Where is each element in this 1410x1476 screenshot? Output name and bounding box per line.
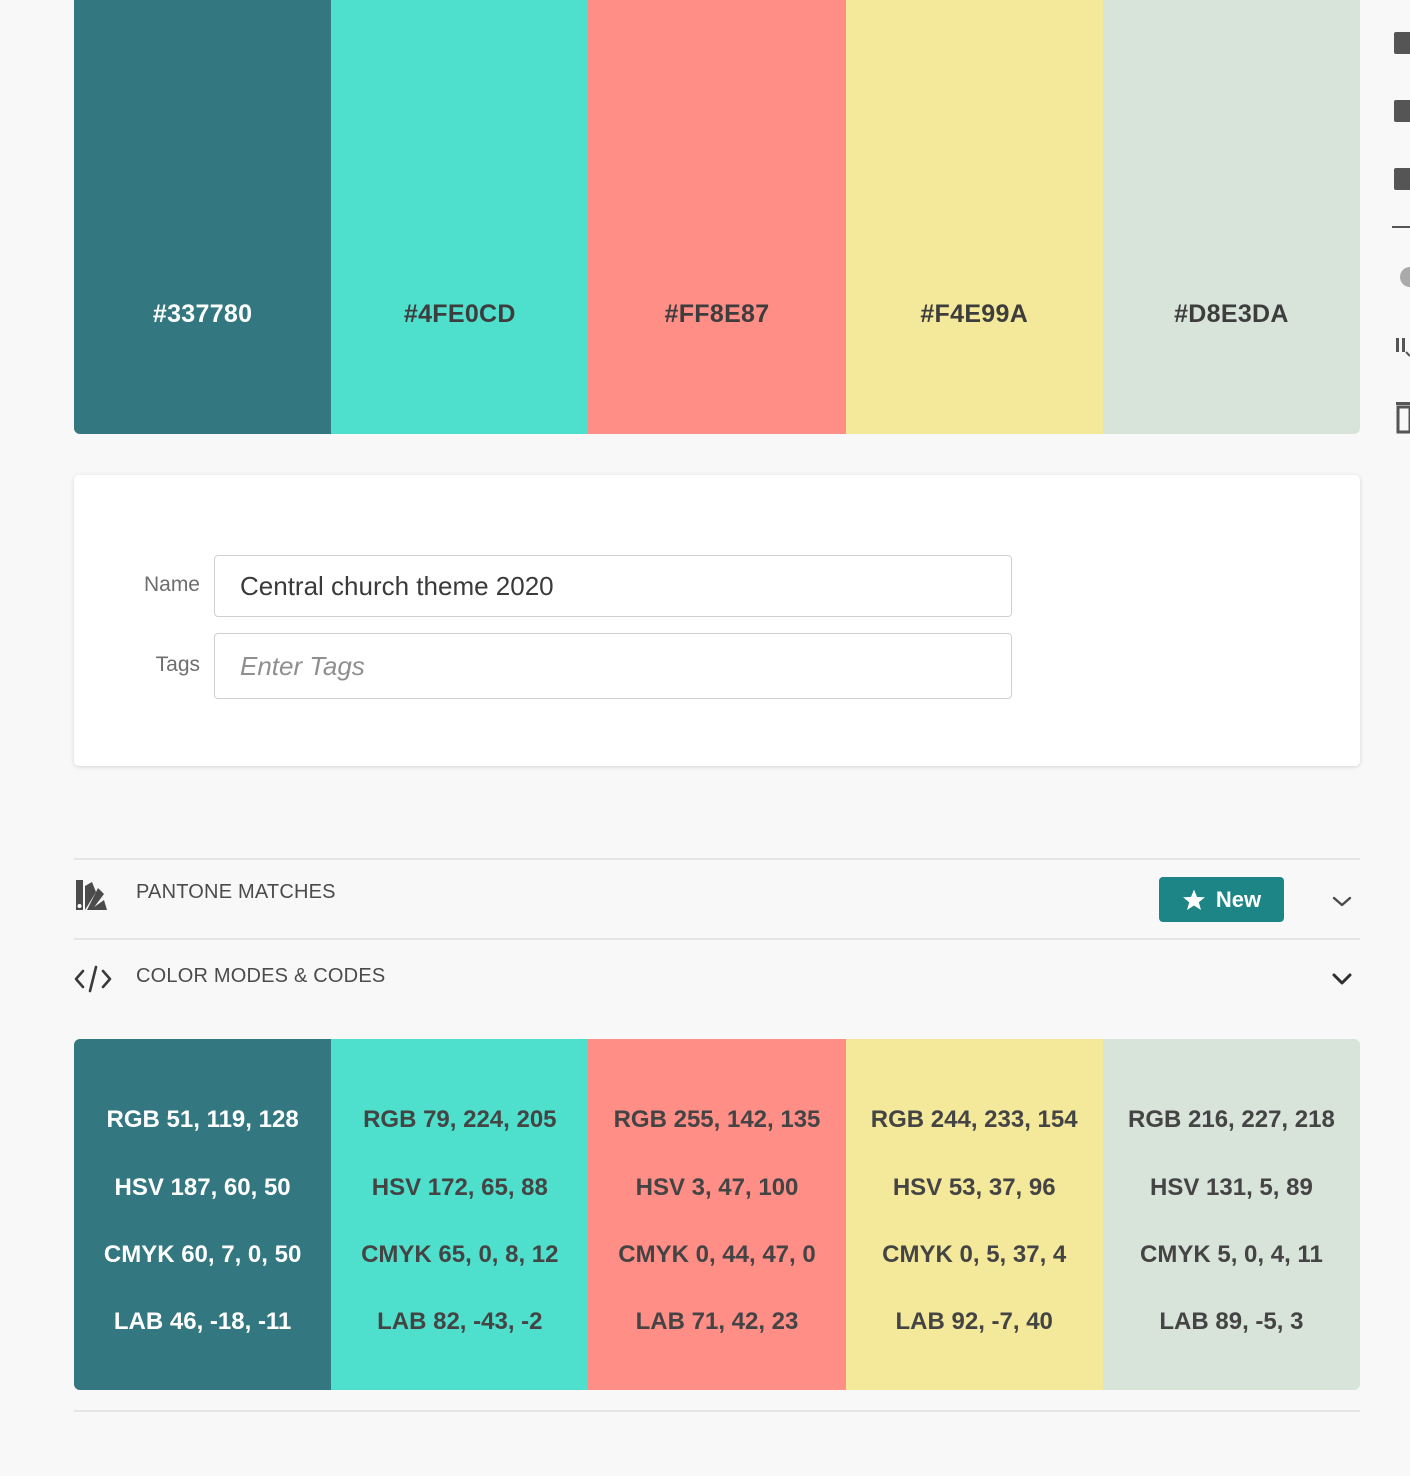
adjust-icon[interactable] bbox=[1394, 336, 1410, 358]
cmyk-value[interactable]: CMYK 60, 7, 0, 50 bbox=[74, 1241, 331, 1269]
code-column-3: RGB 255, 142, 135 HSV 3, 47, 100 CMYK 0,… bbox=[588, 1039, 846, 1390]
rgb-value[interactable]: RGB 51, 119, 128 bbox=[74, 1106, 331, 1134]
theme-details-card: Name Tags bbox=[74, 475, 1360, 766]
lab-value[interactable]: LAB 92, -7, 40 bbox=[846, 1308, 1103, 1336]
swatch-3[interactable]: #FF8E87 bbox=[588, 0, 846, 434]
copy-icon[interactable] bbox=[1394, 168, 1410, 190]
pantone-matches-row[interactable]: PANTONE MATCHES New bbox=[74, 868, 1360, 928]
tags-input[interactable] bbox=[214, 633, 1012, 699]
swatch-2[interactable]: #4FE0CD bbox=[331, 0, 589, 434]
code-column-2: RGB 79, 224, 205 HSV 172, 65, 88 CMYK 65… bbox=[331, 1039, 589, 1390]
swatch-4[interactable]: #F4E99A bbox=[845, 0, 1103, 434]
swatch-hex[interactable]: #4FE0CD bbox=[331, 300, 588, 329]
hsv-value[interactable]: HSV 131, 5, 89 bbox=[1103, 1174, 1360, 1202]
cmyk-value[interactable]: CMYK 5, 0, 4, 11 bbox=[1103, 1241, 1360, 1269]
copy-icon[interactable] bbox=[1394, 100, 1410, 122]
rgb-value[interactable]: RGB 216, 227, 218 bbox=[1103, 1106, 1360, 1134]
trash-icon[interactable] bbox=[1394, 400, 1410, 434]
swatch-hex[interactable]: #FF8E87 bbox=[588, 300, 845, 329]
divider bbox=[74, 938, 1360, 940]
name-label: Name bbox=[143, 573, 200, 596]
divider bbox=[74, 858, 1360, 860]
rgb-value[interactable]: RGB 79, 224, 205 bbox=[331, 1106, 588, 1134]
new-badge-button[interactable]: New bbox=[1159, 877, 1284, 922]
code-column-4: RGB 244, 233, 154 HSV 53, 37, 96 CMYK 0,… bbox=[845, 1039, 1103, 1390]
chevron-down-icon[interactable] bbox=[1330, 890, 1354, 914]
pantone-fan-icon bbox=[76, 880, 107, 910]
cmyk-value[interactable]: CMYK 65, 0, 8, 12 bbox=[331, 1241, 588, 1269]
divider bbox=[74, 1410, 1360, 1412]
tags-label: Tags bbox=[155, 653, 200, 676]
color-wheel-icon[interactable] bbox=[1394, 266, 1410, 288]
pantone-matches-title: PANTONE MATCHES bbox=[136, 881, 336, 903]
swatch-5[interactable]: #D8E3DA bbox=[1102, 0, 1360, 434]
palette-swatches: #337780 #4FE0CD #FF8E87 #F4E99A #D8E3DA bbox=[74, 0, 1360, 434]
new-badge-label: New bbox=[1215, 886, 1262, 912]
cmyk-value[interactable]: CMYK 0, 5, 37, 4 bbox=[846, 1241, 1103, 1269]
page: #337780 #4FE0CD #FF8E87 #F4E99A #D8E3DA bbox=[0, 0, 1410, 1476]
lab-value[interactable]: LAB 89, -5, 3 bbox=[1103, 1308, 1360, 1336]
lab-value[interactable]: LAB 46, -18, -11 bbox=[74, 1308, 331, 1336]
copy-icon[interactable] bbox=[1394, 32, 1410, 54]
toolbar-divider bbox=[1392, 226, 1410, 228]
color-modes-title: COLOR MODES & CODES bbox=[136, 965, 386, 987]
lab-value[interactable]: LAB 71, 42, 23 bbox=[588, 1308, 845, 1336]
chevron-down-icon[interactable] bbox=[1330, 967, 1354, 991]
color-modes-row[interactable]: COLOR MODES & CODES bbox=[74, 948, 1360, 1008]
code-column-1: RGB 51, 119, 128 HSV 187, 60, 50 CMYK 60… bbox=[74, 1039, 332, 1390]
hsv-value[interactable]: HSV 53, 37, 96 bbox=[846, 1174, 1103, 1202]
code-column-5: RGB 216, 227, 218 HSV 131, 5, 89 CMYK 5,… bbox=[1102, 1039, 1360, 1390]
hsv-value[interactable]: HSV 3, 47, 100 bbox=[588, 1174, 845, 1202]
swatch-hex[interactable]: #337780 bbox=[74, 300, 331, 329]
star-icon bbox=[1182, 889, 1205, 910]
rgb-value[interactable]: RGB 244, 233, 154 bbox=[846, 1106, 1103, 1134]
right-toolbar bbox=[1392, 0, 1410, 460]
swatch-1[interactable]: #337780 bbox=[74, 0, 332, 434]
code-icon bbox=[74, 965, 112, 993]
lab-value[interactable]: LAB 82, -43, -2 bbox=[331, 1308, 588, 1336]
color-codes-grid: RGB 51, 119, 128 HSV 187, 60, 50 CMYK 60… bbox=[74, 1039, 1360, 1390]
swatch-hex[interactable]: #F4E99A bbox=[846, 300, 1103, 329]
swatch-hex[interactable]: #D8E3DA bbox=[1103, 300, 1360, 329]
rgb-value[interactable]: RGB 255, 142, 135 bbox=[588, 1106, 845, 1134]
hsv-value[interactable]: HSV 172, 65, 88 bbox=[331, 1174, 588, 1202]
name-input[interactable] bbox=[214, 555, 1012, 617]
cmyk-value[interactable]: CMYK 0, 44, 47, 0 bbox=[588, 1241, 845, 1269]
hsv-value[interactable]: HSV 187, 60, 50 bbox=[74, 1174, 331, 1202]
